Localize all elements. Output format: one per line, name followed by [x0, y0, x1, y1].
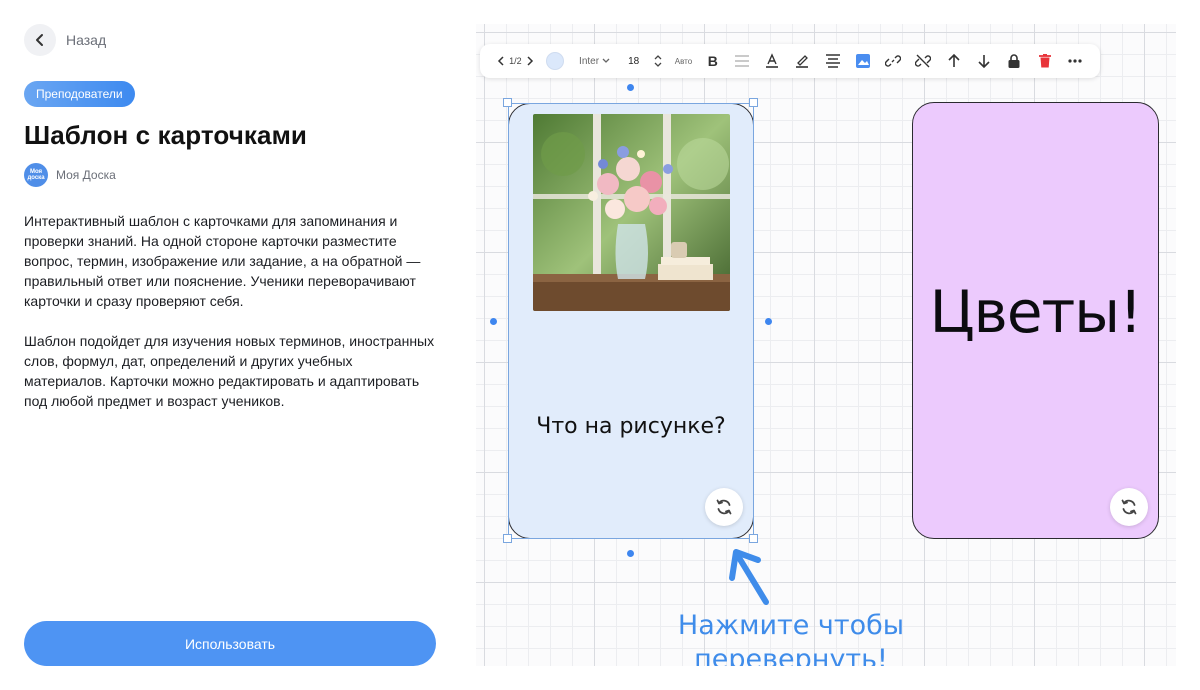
font-size-value[interactable]: 18 [619, 47, 648, 75]
delete-button[interactable] [1029, 47, 1059, 75]
auto-size-button[interactable]: Авто [668, 47, 699, 75]
card-answer: Цветы! [929, 278, 1143, 346]
chevron-down-icon [602, 58, 610, 63]
arrow-down-icon [978, 55, 990, 69]
description-paragraph: Интерактивный шаблон с карточками для за… [24, 213, 421, 309]
arrow-up-icon [948, 53, 960, 67]
page-switcher[interactable]: 1/2 [490, 47, 541, 75]
author[interactable]: Моя доска Моя Доска [24, 163, 116, 187]
formatting-toolbar: 1/2 Inter 18 Авто B [480, 44, 1100, 78]
highlight-button[interactable] [787, 47, 817, 75]
chevron-right-icon[interactable] [526, 56, 534, 66]
connector-dot[interactable] [765, 318, 772, 325]
font-name: Inter [579, 55, 600, 67]
description-paragraph: Шаблон подойдет для изучения новых терми… [24, 333, 435, 409]
link-button[interactable] [878, 47, 908, 75]
font-select[interactable]: Inter [570, 47, 619, 75]
page-indicator: 1/2 [509, 56, 522, 66]
image-icon [855, 54, 870, 68]
link-icon [885, 55, 902, 67]
color-swatch [546, 52, 565, 70]
chevron-left-icon[interactable] [497, 56, 505, 66]
list-icon [734, 55, 749, 67]
connector-dot[interactable] [490, 318, 497, 325]
lock-button[interactable] [999, 47, 1029, 75]
lock-icon [1008, 54, 1020, 68]
author-name: Моя Доска [56, 168, 116, 182]
template-preview-canvas[interactable]: 1/2 Inter 18 Авто B Что на рисунке? Цвет… [476, 24, 1176, 666]
back-button[interactable]: Назад [24, 24, 106, 56]
resize-handle[interactable] [749, 98, 758, 107]
align-center-icon [825, 54, 840, 68]
selection-box [508, 103, 754, 539]
unlink-button[interactable] [908, 47, 938, 75]
resize-handle[interactable] [503, 534, 512, 543]
text-color-icon [765, 53, 778, 68]
flip-hint: Нажмите чтобы перевернуть! [656, 609, 926, 666]
list-button[interactable] [726, 47, 756, 75]
hint-line: перевернуть! [694, 644, 888, 666]
flip-card-button[interactable] [1110, 488, 1148, 526]
trash-icon [1038, 54, 1051, 68]
avatar: Моя доска [24, 163, 48, 187]
more-button[interactable] [1060, 47, 1090, 75]
chevron-left-icon [24, 24, 56, 56]
use-template-button[interactable]: Использовать [24, 621, 436, 666]
image-button[interactable] [848, 47, 878, 75]
flashcard-back[interactable]: Цветы! [912, 102, 1159, 539]
text-color-button[interactable] [757, 47, 787, 75]
resize-handle[interactable] [749, 534, 758, 543]
fill-color-button[interactable] [541, 47, 570, 75]
align-button[interactable] [817, 47, 847, 75]
connector-dot[interactable] [627, 550, 634, 557]
bring-forward-button[interactable] [939, 47, 969, 75]
more-icon [1068, 59, 1082, 63]
stepper-icon [654, 55, 662, 67]
hint-arrow-icon [726, 546, 772, 613]
font-size-stepper[interactable] [648, 47, 668, 75]
connector-dot[interactable] [627, 84, 634, 91]
category-tag[interactable]: Преподователи [24, 81, 135, 107]
resize-handle[interactable] [503, 98, 512, 107]
unlink-icon [915, 54, 932, 68]
back-label: Назад [66, 32, 107, 48]
send-backward-button[interactable] [969, 47, 999, 75]
bold-button[interactable]: B [699, 47, 726, 75]
page-title: Шаблон с карточками [24, 120, 307, 150]
description: Интерактивный шаблон с карточками для за… [24, 211, 436, 411]
highlighter-icon [796, 55, 809, 68]
hint-line: Нажмите чтобы [677, 610, 905, 641]
refresh-icon [1121, 499, 1137, 515]
